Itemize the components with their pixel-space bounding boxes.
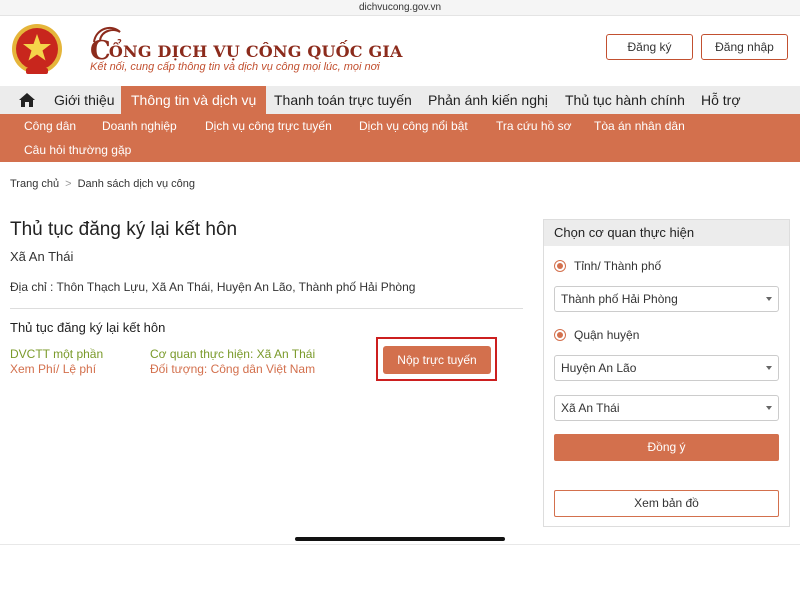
- breadcrumb-separator: >: [65, 178, 72, 190]
- province-radio-row[interactable]: Tỉnh/ Thành phố: [554, 258, 661, 273]
- register-button[interactable]: Đăng ký: [606, 34, 693, 60]
- province-radio-label: Tỉnh/ Thành phố: [574, 259, 662, 273]
- district-radio[interactable]: [554, 329, 566, 341]
- portal-title: CỔNG DỊCH VỤ CÔNG QUỐC GIA: [90, 36, 403, 66]
- agency-selector-panel: Chọn cơ quan thực hiện Tỉnh/ Thành phố T…: [543, 219, 790, 527]
- national-emblem-icon: [12, 24, 62, 74]
- service-agency: Cơ quan thực hiện: Xã An Thái: [150, 347, 316, 361]
- nav-item-gioi-thieu[interactable]: Giới thiệu: [54, 86, 115, 114]
- district-radio-label: Quận huyện: [574, 328, 640, 342]
- chevron-down-icon: [766, 297, 772, 301]
- view-map-button[interactable]: Xem bản đồ: [554, 490, 779, 517]
- portal-slogan: Kết nối, cung cấp thông tin và dịch vụ c…: [90, 61, 380, 73]
- province-select-value: Thành phố Hải Phòng: [561, 292, 678, 306]
- nav-item-thu-tuc[interactable]: Thủ tục hành chính: [565, 86, 685, 114]
- agree-button[interactable]: Đồng ý: [554, 434, 779, 461]
- commune-select-value: Xã An Thái: [561, 401, 620, 415]
- divider: [10, 308, 523, 309]
- agency-name: Xã An Thái: [10, 249, 74, 264]
- subnav-item-tra-cuu[interactable]: Tra cứu hồ sơ: [496, 119, 571, 133]
- breadcrumb: Trang chủ > Danh sách dịch vụ công: [10, 178, 195, 190]
- subnav-item-dvc-noi-bat[interactable]: Dịch vụ công nổi bật: [359, 119, 468, 133]
- province-select[interactable]: Thành phố Hải Phòng: [554, 286, 779, 312]
- nav-item-thong-tin-dich-vu[interactable]: Thông tin và dịch vụ: [121, 86, 267, 114]
- subnav-item-toa-an[interactable]: Tòa án nhân dân: [594, 119, 685, 133]
- submit-online-button[interactable]: Nộp trực tuyến: [383, 346, 491, 374]
- district-select-value: Huyện An Lão: [561, 361, 637, 375]
- subnav-item-cong-dan[interactable]: Công dân: [24, 119, 76, 133]
- fee-link[interactable]: Xem Phí/ Lệ phí: [10, 362, 96, 376]
- subnav-item-dvc-truc-tuyen[interactable]: Dịch vụ công trực tuyến: [205, 119, 332, 133]
- chevron-down-icon: [766, 406, 772, 410]
- service-level: DVCTT một phần: [10, 347, 104, 361]
- home-indicator[interactable]: [295, 537, 505, 541]
- url-text: dichvucong.gov.vn: [358, 2, 442, 13]
- province-radio[interactable]: [554, 260, 566, 272]
- breadcrumb-home[interactable]: Trang chủ: [10, 178, 59, 190]
- subnav-item-doanh-nghiep[interactable]: Doanh nghiệp: [102, 119, 177, 133]
- main-nav: Giới thiệu Thông tin và dịch vụ Thanh to…: [0, 86, 800, 114]
- service-title: Thủ tục đăng ký lại kết hôn: [10, 320, 166, 335]
- subnav-item-cau-hoi[interactable]: Câu hỏi thường gặp: [24, 143, 131, 157]
- nav-item-phan-anh[interactable]: Phản ánh kiến nghị: [428, 86, 548, 114]
- agency-address: Địa chỉ : Thôn Thạch Lựu, Xã An Thái, Hu…: [10, 280, 416, 294]
- district-radio-row[interactable]: Quận huyện: [554, 327, 639, 342]
- panel-title: Chọn cơ quan thực hiện: [544, 220, 789, 246]
- chevron-down-icon: [766, 366, 772, 370]
- home-icon[interactable]: [18, 92, 36, 108]
- commune-select[interactable]: Xã An Thái: [554, 395, 779, 421]
- browser-url-bar[interactable]: dichvucong.gov.vn: [0, 0, 800, 16]
- service-audience: Đối tượng: Công dân Việt Nam: [150, 362, 316, 376]
- nav-item-thanh-toan[interactable]: Thanh toán trực tuyến: [274, 86, 412, 114]
- district-select[interactable]: Huyện An Lão: [554, 355, 779, 381]
- breadcrumb-current[interactable]: Danh sách dịch vụ công: [78, 178, 195, 190]
- site-header: CỔNG DỊCH VỤ CÔNG QUỐC GIA Kết nối, cung…: [0, 16, 800, 86]
- page-title: Thủ tục đăng ký lại kết hôn: [10, 219, 238, 240]
- login-button[interactable]: Đăng nhập: [701, 34, 788, 60]
- sub-nav: Công dân Doanh nghiệp Dịch vụ công trực …: [0, 114, 800, 162]
- footer-divider: [0, 544, 800, 545]
- nav-item-ho-tro[interactable]: Hỗ trợ: [701, 86, 741, 114]
